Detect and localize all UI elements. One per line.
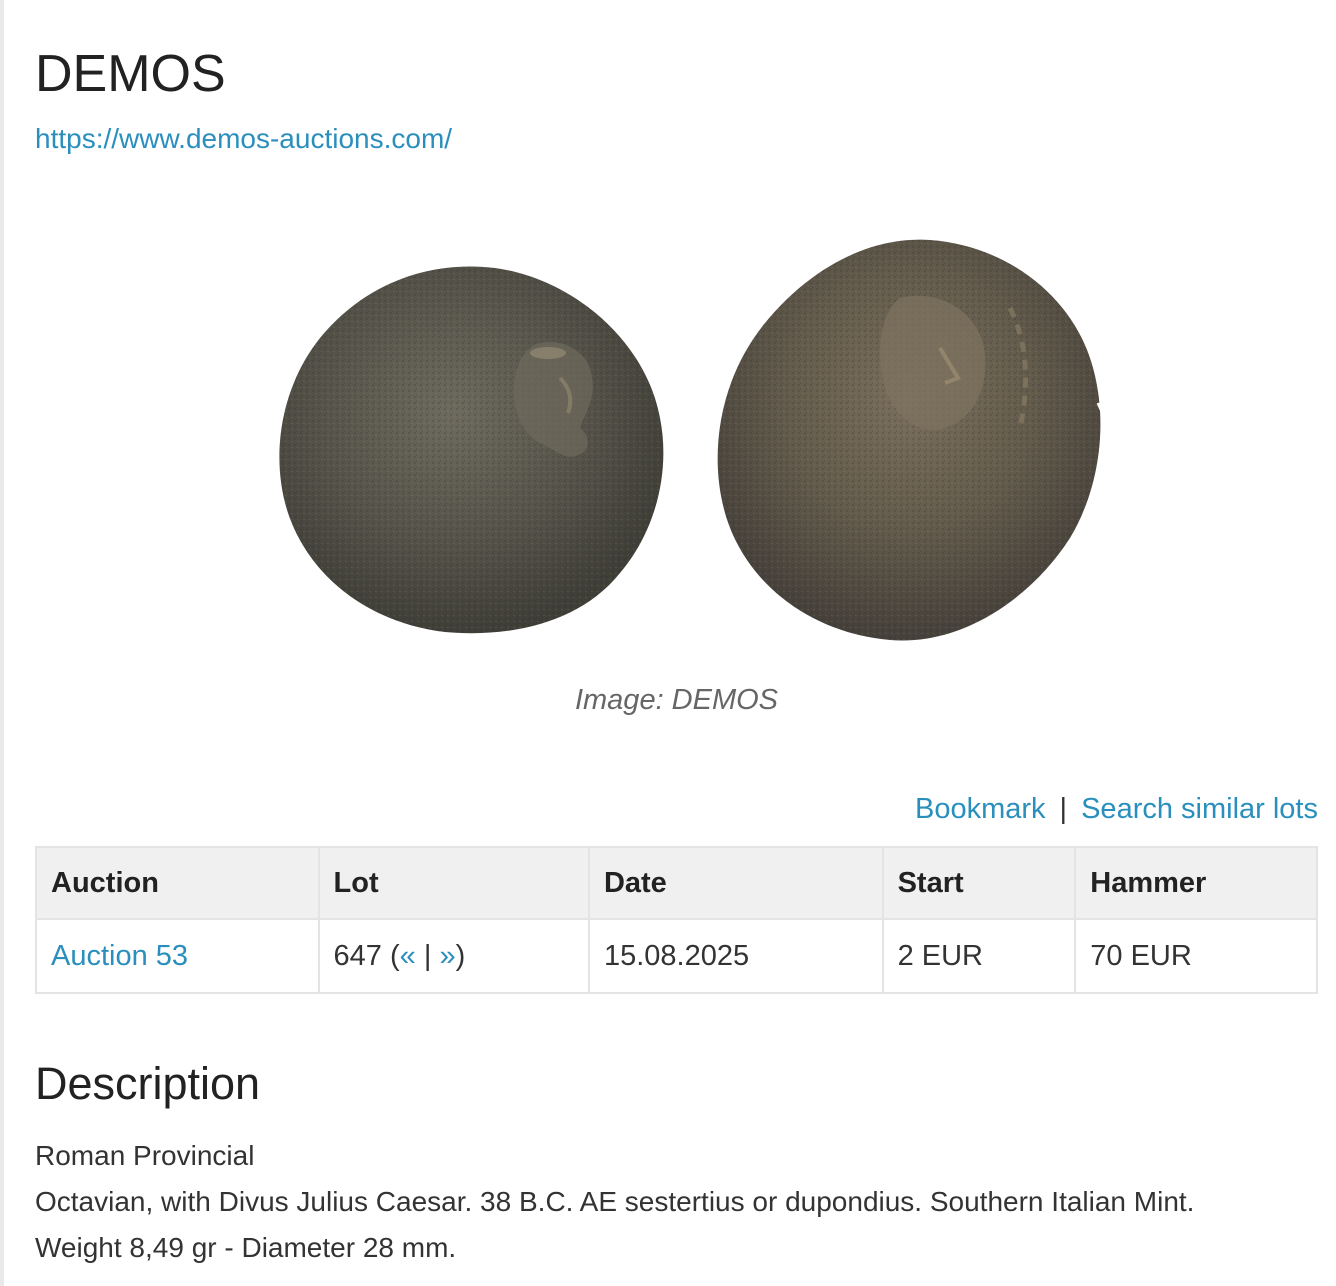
- column-header-hammer: Hammer: [1074, 846, 1318, 920]
- previous-lot-link[interactable]: «: [400, 940, 416, 972]
- column-header-start: Start: [881, 846, 1077, 920]
- coin-obverse: [279, 266, 678, 634]
- coin-image[interactable]: [240, 228, 1120, 658]
- table-row: Auction 53 647 (« | ») 15.08.2025 2 EUR …: [35, 918, 1318, 994]
- start-price-cell: 2 EUR: [881, 918, 1077, 994]
- date-cell: 15.08.2025: [587, 918, 884, 994]
- description-line: Roman Provincial: [35, 1140, 255, 1171]
- lot-cell: 647 (« | »): [317, 918, 590, 994]
- auction-cell: Auction 53: [35, 918, 320, 994]
- lot-nav-close-paren: ): [455, 939, 466, 972]
- description-line: Octavian, with Divus Julius Caesar. 38 B…: [35, 1186, 1195, 1217]
- bookmark-link[interactable]: Bookmark: [915, 793, 1046, 825]
- actions-separator: |: [1059, 793, 1068, 825]
- lot-actions: Bookmark | Search similar lots: [915, 793, 1318, 826]
- page-title: DEMOS: [35, 45, 226, 103]
- lot-number: 647: [333, 939, 382, 972]
- lot-nav-separator: |: [423, 939, 432, 972]
- auction-house-link[interactable]: https://www.demos-auctions.com/: [35, 123, 452, 155]
- column-header-auction: Auction: [35, 846, 320, 920]
- description-body: Roman Provincial Octavian, with Divus Ju…: [35, 1133, 1318, 1271]
- description-heading: Description: [35, 1058, 261, 1109]
- column-header-date: Date: [587, 846, 884, 920]
- column-header-lot: Lot: [317, 846, 590, 920]
- next-lot-link[interactable]: »: [439, 940, 455, 972]
- coin-photo: [279, 239, 1107, 641]
- table-header-row: Auction Lot Date Start Hammer: [35, 846, 1318, 920]
- lot-nav-open-paren: (: [390, 939, 400, 972]
- search-similar-lots-link[interactable]: Search similar lots: [1081, 793, 1318, 825]
- coin-reverse: [717, 239, 1107, 641]
- left-border: [0, 0, 4, 1286]
- image-caption: Image: DEMOS: [574, 684, 779, 716]
- auction-link[interactable]: Auction 53: [51, 940, 188, 972]
- hammer-price-cell: 70 EUR: [1074, 918, 1318, 994]
- description-line: Weight 8,49 gr - Diameter 28 mm.: [35, 1232, 457, 1263]
- lot-table: Auction Lot Date Start Hammer Auction 53…: [35, 846, 1318, 994]
